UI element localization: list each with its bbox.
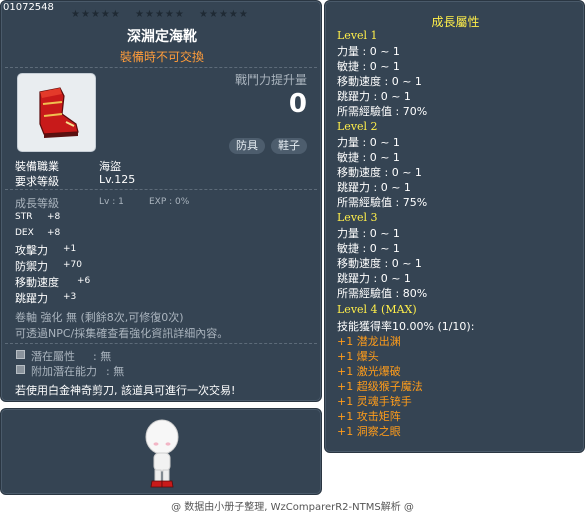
growth-title: 成長屬性 (431, 15, 480, 29)
potential-label: 潛在屬性 (31, 350, 75, 363)
star-group-1: ★★★★★ (71, 9, 120, 20)
stat-label: 移動速度 (15, 276, 59, 289)
stat-value: +8 (47, 212, 61, 222)
growth-level-heading: Level 3 (337, 211, 378, 224)
stat-value: +8 (47, 228, 61, 238)
growth-level-line: 敏捷 : 0 ~ 1 (337, 242, 400, 255)
stat-value: +1 (63, 244, 77, 254)
growth-attributes-panel: 成長屬性 Level 1 力量 : 0 ~ 1 敏捷 : 0 ~ 1 移動速度 … (324, 0, 585, 453)
growth-level-line: 所需經驗值 : 75% (337, 196, 428, 209)
growth-level-label: 成長等級 (15, 197, 59, 210)
potential-value: : 無 (93, 350, 112, 363)
job-label: 裝備職業 (15, 160, 59, 173)
stat-label: 跳躍力 (15, 292, 48, 305)
skill-bonus-line: +1 攻击矩阵 (337, 410, 401, 423)
character-preview-panel (0, 408, 322, 495)
tag-armor: 防具 (229, 138, 265, 154)
growth-level-line: 移動速度 : 0 ~ 1 (337, 257, 422, 270)
divider (5, 343, 317, 344)
item-id: 01072548 (3, 2, 54, 13)
star-group-3: ★★★★★ (199, 9, 248, 20)
untradeable-notice: 裝備時不可交換 (119, 50, 204, 64)
job-value: 海盜 (99, 160, 121, 173)
divider (5, 189, 317, 190)
growth-level-line: 力量 : 0 ~ 1 (337, 227, 400, 240)
skill-bonus-line: +1 爆头 (337, 350, 379, 363)
growth-level-heading: Level 4 (MAX) (337, 303, 417, 316)
additional-potential-value: : 無 (106, 365, 125, 378)
growth-level-line: 力量 : 0 ~ 1 (337, 136, 400, 149)
power-label: 戰鬥力提升量 (234, 73, 307, 87)
skill-bonus-line: +1 超级猴子魔法 (337, 380, 423, 393)
stat-label: STR (15, 212, 33, 222)
enhance-hint: 可透過NPC/採集確查看強化資訊詳細內容。 (15, 327, 229, 340)
stat-value: +70 (63, 260, 82, 270)
growth-level-line: 所需經驗值 : 70% (337, 105, 428, 118)
growth-level-line: 跳躍力 : 0 ~ 1 (337, 272, 411, 285)
growth-level-line: 移動速度 : 0 ~ 1 (337, 166, 422, 179)
growth-level-heading: Level 1 (337, 29, 378, 42)
growth-level-value: Lv : 1 (99, 197, 124, 207)
skill-bonus-line: +1 激光爆破 (337, 365, 401, 378)
red-boot-icon (39, 87, 79, 138)
growth-level-line: 移動速度 : 0 ~ 1 (337, 75, 422, 88)
stat-value: +6 (77, 276, 91, 286)
growth-level-line: 敏捷 : 0 ~ 1 (337, 151, 400, 164)
power-value: 0 (288, 89, 307, 119)
skill-rate: 技能獲得率10.00% (1/10): (337, 320, 475, 333)
req-level-label: 要求等級 (15, 175, 59, 188)
star-group-2: ★★★★★ (135, 9, 184, 20)
skill-bonus-line: +1 洞察之眼 (337, 425, 401, 438)
growth-level-line: 敏捷 : 0 ~ 1 (337, 60, 400, 73)
item-tooltip-panel: 01072548 ★★★★★ ★★★★★ ★★★★★ 深淵定海靴 裝備時不可交換… (0, 0, 322, 402)
additional-potential-bullet-icon (16, 365, 25, 374)
scissors-note: 若使用白金神奇剪刀, 該道具可進行一次交易! (15, 384, 236, 397)
potential-bullet-icon (16, 350, 25, 359)
growth-exp-value: EXP : 0% (149, 197, 190, 207)
req-level-value: Lv.125 (99, 173, 136, 186)
growth-level-line: 跳躍力 : 0 ~ 1 (337, 181, 411, 194)
skill-bonus-line: +1 灵魂手铳手 (337, 395, 412, 408)
stat-label: 防禦力 (15, 260, 48, 273)
growth-level-line: 力量 : 0 ~ 1 (337, 45, 400, 58)
growth-level-heading: Level 2 (337, 120, 378, 133)
footer-credit: @ 数据由小册子整理, WzComparerR2-NTMS解析 @ (171, 502, 414, 513)
skill-bonus-line: +1 潜龙出渊 (337, 335, 401, 348)
divider (5, 67, 317, 68)
stat-label: 攻擊力 (15, 244, 48, 257)
scroll-info: 卷軸 強化 無 (剩餘8次,可修復0次) (15, 311, 184, 324)
additional-potential-label: 附加潛在能力 (31, 365, 97, 378)
item-name: 深淵定海靴 (127, 29, 197, 45)
growth-level-line: 所需經驗值 : 80% (337, 287, 428, 300)
stat-label: DEX (15, 228, 34, 238)
growth-level-line: 跳躍力 : 0 ~ 1 (337, 90, 411, 103)
character-avatar-icon (145, 419, 179, 488)
tag-shoes: 鞋子 (271, 138, 307, 154)
stat-value: +3 (63, 292, 77, 302)
item-icon-frame (17, 73, 96, 152)
